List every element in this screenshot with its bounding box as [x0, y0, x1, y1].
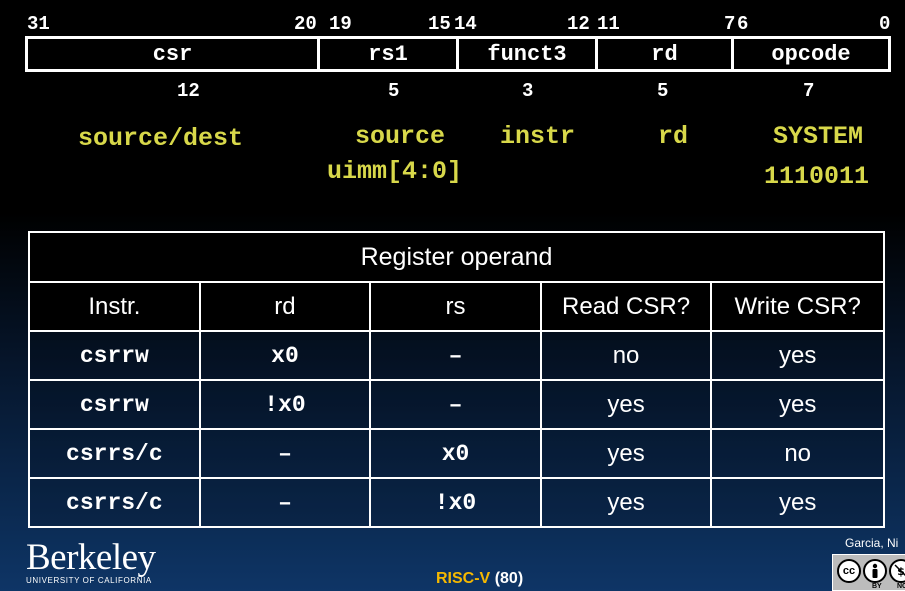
bit-11: 11 [597, 13, 620, 35]
label-uimm: uimm[4:0] [327, 157, 463, 186]
label-instr: instr [500, 122, 576, 151]
instruction-format-box: csr rs1 funct3 rd opcode [25, 36, 891, 72]
label-rd: rd [658, 122, 689, 151]
header-read-csr: Read CSR? [539, 281, 713, 332]
cell-instr: csrrw [28, 330, 201, 381]
cell-write-csr: yes [710, 379, 885, 430]
bit-31: 31 [27, 13, 50, 35]
by-label: BY [872, 583, 882, 590]
table-row: csrrs/c – x0 yes no [28, 428, 885, 479]
header-rd: rd [198, 281, 372, 332]
bit-0: 0 [879, 13, 891, 35]
table-row: csrrs/c – !x0 yes yes [28, 477, 885, 528]
cell-instr: csrrs/c [28, 477, 201, 528]
berkeley-logo: Berkeley UNIVERSITY OF CALIFORNIA [26, 537, 156, 586]
cell-rd: !x0 [198, 379, 372, 430]
cell-read-csr: no [539, 330, 713, 381]
bit-6: 6 [737, 13, 749, 35]
cell-rs: x0 [369, 428, 542, 479]
cell-rd: x0 [198, 330, 372, 381]
author-credit: Garcia, Ni [845, 536, 899, 550]
header-rs: rs [369, 281, 542, 332]
cell-rs: – [369, 330, 542, 381]
width-funct3: 3 [522, 80, 534, 102]
nc-label: NC [897, 583, 905, 590]
cell-write-csr: yes [710, 330, 885, 381]
width-csr: 12 [177, 80, 200, 102]
label-source: source [355, 122, 446, 151]
field-rs1: rs1 [317, 39, 456, 69]
cell-write-csr: no [710, 428, 885, 479]
license-badge: cc $ BY NC [832, 554, 905, 591]
cc-icon: cc [837, 559, 861, 583]
noncommercial-icon: $ [889, 559, 905, 583]
bit-12: 12 [567, 13, 590, 35]
register-operand-table: Register operand Instr. rd rs Read CSR? … [28, 231, 885, 528]
by-attribution-icon [863, 559, 887, 583]
field-csr: csr [152, 41, 193, 67]
cell-rd: – [198, 428, 372, 479]
page-label: RISC-V (80) [436, 570, 523, 588]
field-funct3: funct3 [456, 39, 595, 69]
logo-subtitle: UNIVERSITY OF CALIFORNIA [26, 576, 152, 585]
cell-instr: csrrw [28, 379, 201, 430]
label-opcode-value: 1110011 [764, 162, 870, 191]
logo-wordmark: Berkeley [26, 537, 156, 578]
table-row: csrrw x0 – no yes [28, 330, 885, 381]
cell-read-csr: yes [539, 477, 713, 528]
page-number: (80) [494, 570, 524, 587]
field-rd: rd [595, 39, 731, 69]
cell-read-csr: yes [539, 379, 713, 430]
label-source-dest: source/dest [78, 124, 244, 153]
bit-20: 20 [294, 13, 317, 35]
width-rd: 5 [657, 80, 669, 102]
field-opcode: opcode [731, 39, 888, 69]
table-title: Register operand [28, 231, 885, 283]
table-header-row: Instr. rd rs Read CSR? Write CSR? [28, 281, 885, 332]
cell-read-csr: yes [539, 428, 713, 479]
cell-instr: csrrs/c [28, 428, 201, 479]
bit-19: 19 [329, 13, 352, 35]
cell-rd: – [198, 477, 372, 528]
width-opcode: 7 [803, 80, 815, 102]
label-system: SYSTEM [773, 122, 864, 151]
width-rs1: 5 [388, 80, 400, 102]
header-write-csr: Write CSR? [710, 281, 885, 332]
bit-7: 7 [724, 13, 736, 35]
cell-rs: !x0 [369, 477, 542, 528]
bit-15: 15 [428, 13, 451, 35]
table-row: csrrw !x0 – yes yes [28, 379, 885, 430]
page-label-prefix: RISC-V [436, 570, 491, 587]
bit-14: 14 [454, 13, 477, 35]
cell-write-csr: yes [710, 477, 885, 528]
cell-rs: – [369, 379, 542, 430]
header-instr: Instr. [28, 281, 201, 332]
